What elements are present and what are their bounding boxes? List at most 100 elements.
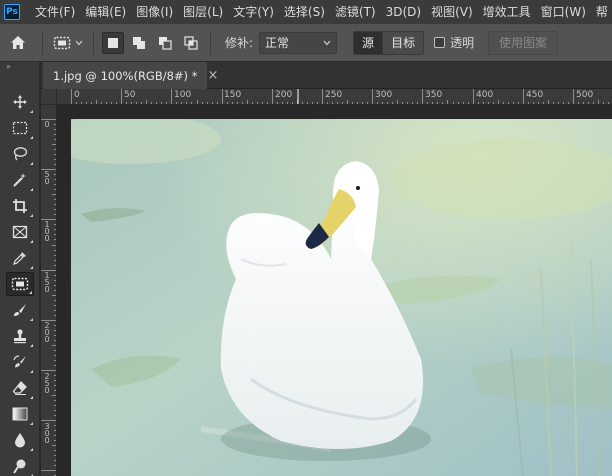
move-tool[interactable]: [6, 90, 34, 114]
transparent-checkbox[interactable]: [434, 37, 446, 48]
patch-tool-icon: [11, 277, 29, 291]
target-button[interactable]: 目标: [382, 31, 424, 54]
dodge-tool[interactable]: [6, 454, 34, 476]
dodge-tool-icon: [13, 459, 26, 474]
use-pattern-button[interactable]: 使用图案: [488, 30, 559, 55]
ruler-label: 5 0: [44, 170, 50, 186]
transparent-label: 透明: [450, 36, 475, 50]
tool-preset-picker[interactable]: [49, 36, 87, 50]
ruler-label: 3 0 0: [44, 422, 50, 445]
document-tab-title: 1.jpg @ 100%(RGB/8#) *: [53, 68, 198, 83]
frame-tool[interactable]: [6, 220, 34, 244]
menu-edit[interactable]: 编辑(E): [80, 0, 131, 24]
chevron-down-icon: [323, 40, 331, 45]
new-selection-button[interactable]: [102, 31, 124, 54]
ruler-label: 200: [275, 90, 293, 100]
patch-label: 修补:: [225, 36, 254, 50]
subtract-selection-icon: [159, 36, 172, 50]
ruler-label: 400: [476, 90, 494, 100]
ruler-label: 50: [124, 90, 136, 100]
intersect-selection-button[interactable]: [180, 32, 202, 54]
home-button[interactable]: [0, 24, 36, 61]
ruler-label: 350: [425, 90, 443, 100]
stamp-tool[interactable]: [6, 324, 34, 348]
brush-tool[interactable]: [6, 298, 34, 322]
options-bar: 修补: 正常 源 目标 透明 使用图案: [0, 24, 612, 62]
ruler-label: 450: [526, 90, 544, 100]
separator: [210, 30, 211, 55]
separator: [93, 30, 94, 55]
patch-mode-value: 正常: [265, 36, 290, 50]
blur-tool-icon: [15, 433, 25, 448]
close-icon[interactable]: ×: [207, 68, 218, 83]
menu-window[interactable]: 窗口(W): [536, 0, 591, 24]
source-button[interactable]: 源: [354, 31, 383, 54]
marquee-tool-icon: [12, 121, 28, 135]
ruler-label: 0: [44, 120, 50, 129]
menu-filter[interactable]: 滤镜(T): [330, 0, 381, 24]
add-selection-icon: [133, 36, 145, 49]
menu-image[interactable]: 图像(I): [131, 0, 178, 24]
ruler-corner: [41, 89, 57, 105]
intersect-selection-icon: [184, 35, 198, 50]
add-to-selection-button[interactable]: [128, 32, 150, 54]
ruler-label: 500: [576, 90, 594, 100]
document-tab-bar: 1.jpg @ 100%(RGB/8#) * ×: [41, 62, 612, 89]
lasso-tool-icon: [13, 147, 28, 161]
stamp-tool-icon: [14, 329, 26, 344]
menu-help[interactable]: 帮: [591, 0, 612, 24]
gradient-tool-icon: [12, 407, 28, 421]
ruler-label: 300: [375, 90, 393, 100]
canvas-area[interactable]: [57, 105, 612, 476]
collapse-toolbar-button[interactable]: »: [0, 62, 39, 72]
transparent-option[interactable]: 透明: [434, 34, 474, 51]
patch-tool-icon: [53, 36, 71, 49]
swan-photo: [71, 119, 612, 476]
horizontal-ruler[interactable]: 0 50 100 150 200 250 300 350 400 450 500: [57, 89, 612, 105]
menu-3d[interactable]: 3D(D): [381, 0, 426, 24]
frame-tool-icon: [12, 225, 28, 239]
magic-wand-tool[interactable]: [6, 168, 34, 192]
ruler-label: 2 5 0: [44, 372, 50, 395]
ruler-label: 0: [74, 90, 80, 100]
eraser-tool[interactable]: [6, 376, 34, 400]
document-image[interactable]: [71, 119, 612, 476]
chevron-down-icon: [75, 40, 83, 45]
blur-tool[interactable]: [6, 428, 34, 452]
menu-bar: Ps 文件(F) 编辑(E) 图像(I) 图层(L) 文字(Y) 选择(S) 滤…: [0, 0, 612, 24]
subtract-selection-button[interactable]: [154, 32, 176, 54]
patch-mode-select[interactable]: 正常: [259, 31, 338, 54]
move-tool-icon: [13, 95, 27, 109]
ruler-label: 250: [325, 90, 343, 100]
vertical-ruler[interactable]: 0 5 0 1 0 0 1 5 0 2 0 0 2 5 0 3 0 0: [41, 105, 57, 476]
eyedropper-tool[interactable]: [6, 246, 34, 270]
magic-wand-tool-icon: [13, 173, 26, 187]
patch-tool[interactable]: [6, 272, 34, 296]
ruler-label: 1 0 0: [44, 220, 50, 243]
menu-type[interactable]: 文字(Y): [228, 0, 279, 24]
ruler-label: 2 0 0: [44, 321, 50, 344]
ruler-label: 150: [224, 90, 242, 100]
lasso-tool[interactable]: [6, 142, 34, 166]
crop-tool[interactable]: [6, 194, 34, 218]
source-target-toggle: 源 目标: [353, 30, 425, 55]
history-brush-tool-icon: [13, 355, 26, 368]
menu-select[interactable]: 选择(S): [279, 0, 330, 24]
menu-layer[interactable]: 图层(L): [178, 0, 228, 24]
separator: [42, 30, 43, 55]
crop-tool-icon: [13, 199, 27, 213]
ruler-label: 1 5 0: [44, 271, 50, 294]
home-icon: [11, 36, 25, 49]
brush-tool-icon: [14, 304, 26, 316]
tools-panel: »: [0, 62, 40, 476]
marquee-tool[interactable]: [6, 116, 34, 140]
menu-view[interactable]: 视图(V): [426, 0, 478, 24]
eyedropper-tool-icon: [13, 252, 26, 265]
gradient-tool[interactable]: [6, 402, 34, 426]
history-brush-tool[interactable]: [6, 350, 34, 374]
menu-file[interactable]: 文件(F): [30, 0, 80, 24]
menu-plugins[interactable]: 增效工具: [478, 0, 536, 24]
photoshop-logo: Ps: [4, 4, 20, 20]
document-tab[interactable]: 1.jpg @ 100%(RGB/8#) * ×: [43, 62, 218, 89]
eraser-tool-icon: [12, 381, 27, 395]
